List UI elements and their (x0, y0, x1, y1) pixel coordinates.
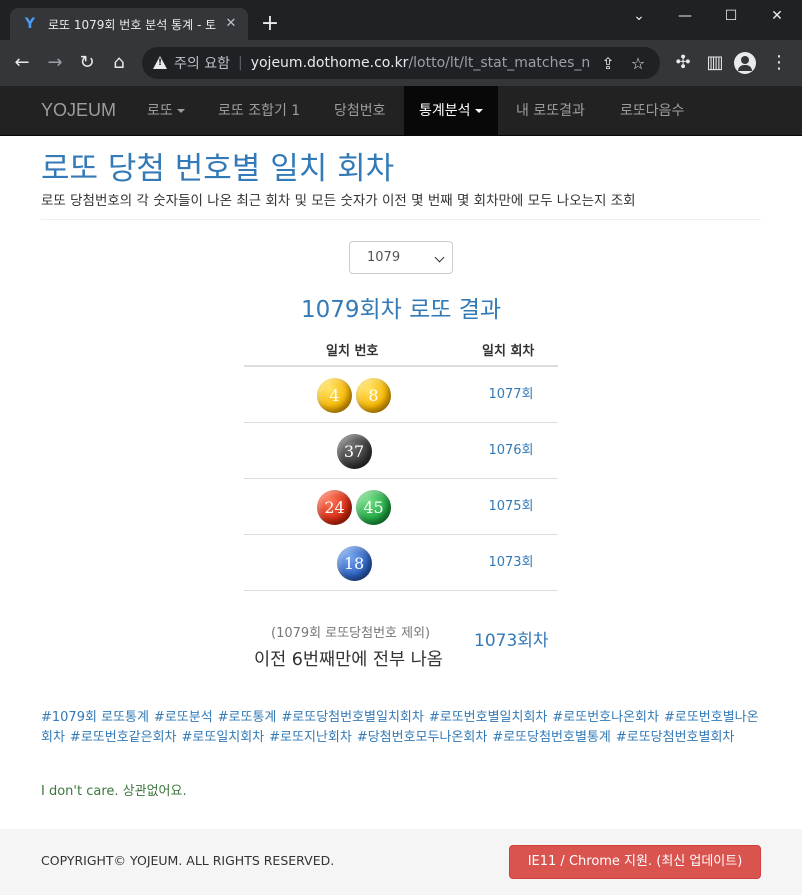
lotto-ball: 24 (317, 489, 352, 525)
tab-title: 로또 1079회 번호 분석 통계 - 토 (48, 17, 217, 32)
nav-combinator-label: 로또 조합기 1 (218, 103, 301, 119)
nav-stats-label: 통계분석 (419, 103, 471, 119)
bookmark-star-icon[interactable]: ☆ (626, 54, 650, 73)
lotto-ball: 4 (317, 377, 352, 413)
lotto-ball: 45 (356, 489, 391, 525)
match-table: 일치 번호 일치 회차 4 8 1077회 37 1076회 24 45 107… (244, 330, 558, 591)
lotto-ball: 37 (336, 433, 372, 469)
security-warning-label: 주의 요함 (174, 56, 230, 72)
tag-list: #1079회 로또통계 #로또분석 #로또통계 #로또당첨번호별일치회차 #로또번호별일… (41, 708, 763, 748)
forward-icon[interactable]: → (43, 51, 67, 75)
minimize-icon[interactable]: — (662, 4, 708, 28)
tag-link[interactable]: #당첨번호모두나온회차 (357, 730, 488, 745)
browser-chrome: Y 로또 1079회 번호 분석 통계 - 토 ✕ + ⌄ — ☐ ✕ ← → … (0, 0, 802, 86)
nav-my-results[interactable]: 내 로또결과 (501, 86, 600, 136)
last-round-link[interactable]: 1073회차 (474, 626, 549, 651)
nav-combinator[interactable]: 로또 조합기 1 (203, 86, 315, 136)
footer: COPYRIGHT© YOJEUM. ALL RIGHTS RESERVED. … (0, 829, 802, 895)
round-select-value: 1079 (367, 250, 401, 265)
nav-lotto-label: 로또 (147, 103, 173, 119)
table-row: 37 1076회 (244, 423, 558, 479)
site-navbar: YOJEUM 로또 로또 조합기 1 당첨번호 통계분석 내 로또결과 로또다음… (0, 86, 802, 136)
address-bar[interactable]: 주의 요함 | yojeum.dothome.co.kr /lotto/lt/l… (142, 47, 660, 79)
url-path: /lotto/lt/lt_stat_matches_num... (408, 55, 590, 71)
lotto-ball: 18 (336, 545, 372, 581)
caret-down-icon (176, 109, 185, 113)
tag-link[interactable]: #로또번호나온회차 (552, 710, 659, 725)
table-row: 18 1073회 (244, 535, 558, 591)
tag-link[interactable]: #로또분석 (154, 710, 213, 725)
menu-kebab-icon[interactable]: ⋮ (767, 51, 791, 75)
table-row: 4 8 1077회 (244, 367, 558, 423)
nav-winning-numbers[interactable]: 당첨번호 (319, 86, 401, 136)
url-host: yojeum.dothome.co.kr (250, 55, 409, 71)
nav-stats[interactable]: 통계분석 (404, 86, 498, 136)
match-balls: 4 8 (244, 367, 464, 423)
browser-support-button[interactable]: IE11 / Chrome 지원. (최신 업데이트) (509, 845, 761, 879)
round-link[interactable]: 1075회 (472, 479, 550, 535)
tag-link[interactable]: #로또지난회차 (269, 730, 352, 745)
header-match-round: 일치 회차 (482, 344, 535, 359)
side-panel-icon[interactable]: ▥ (703, 51, 727, 75)
nav-winning-numbers-label: 당첨번호 (334, 103, 386, 119)
tag-link[interactable]: #로또당첨번호별통계 (492, 730, 611, 745)
match-balls: 18 (244, 535, 464, 591)
reload-icon[interactable]: ↻ (75, 51, 99, 75)
match-balls: 24 45 (244, 479, 464, 535)
tag-link[interactable]: #로또번호별일치회차 (429, 710, 548, 725)
tag-link[interactable]: #로또통계 (218, 710, 277, 725)
divider (41, 219, 761, 220)
browser-toolbar: ← → ↻ ⌂ 주의 요함 | yojeum.dothome.co.kr /lo… (0, 40, 802, 86)
table-header: 일치 번호 일치 회차 (244, 330, 558, 367)
new-tab-icon[interactable]: + (258, 12, 282, 36)
note-text: I don't care. 상관없어요. (41, 784, 187, 799)
chevron-down-icon (434, 252, 445, 263)
home-icon[interactable]: ⌂ (107, 51, 131, 75)
lotto-ball: 8 (356, 377, 391, 413)
site-brand[interactable]: YOJEUM (41, 100, 116, 121)
browser-tab[interactable]: Y 로또 1079회 번호 분석 통계 - 토 ✕ (10, 8, 248, 40)
page-title: 로또 당첨 번호별 일치 회차 (41, 151, 395, 187)
warning-icon[interactable] (152, 55, 168, 71)
profile-avatar-icon[interactable] (734, 52, 756, 74)
table-row: 24 45 1075회 (244, 479, 558, 535)
share-icon[interactable]: ⇪ (596, 54, 620, 73)
result-title: 1079회차 로또 결과 (300, 297, 502, 323)
tag-link[interactable]: #로또번호같은회차 (70, 730, 177, 745)
tab-strip: Y 로또 1079회 번호 분석 통계 - 토 ✕ + ⌄ — ☐ ✕ (0, 0, 802, 40)
copyright-text: COPYRIGHT© YOJEUM. ALL RIGHTS RESERVED. (41, 853, 335, 868)
tag-link[interactable]: #로또당첨번호별일치회차 (281, 710, 423, 725)
tag-link[interactable]: #로또당첨번호별회차 (616, 730, 735, 745)
nav-my-results-label: 내 로또결과 (516, 103, 585, 119)
close-tab-icon[interactable]: ✕ (222, 15, 240, 33)
favicon-icon: Y (24, 16, 36, 32)
extensions-icon[interactable]: ✣ (671, 51, 695, 75)
nav-lotto[interactable]: 로또 (132, 86, 200, 136)
maximize-icon[interactable]: ☐ (708, 4, 754, 28)
appear-summary: 이전 6번째만에 전부 나옴 (254, 650, 443, 670)
caret-down-icon (474, 109, 483, 113)
page-description: 로또 당첨번호의 각 숫자들이 나온 최근 회차 및 모든 숫자가 이전 몇 번… (41, 193, 636, 209)
round-link[interactable]: 1073회 (472, 535, 550, 591)
tag-link[interactable]: #로또일치회차 (182, 730, 265, 745)
match-balls: 37 (244, 423, 464, 479)
nav-next-number[interactable]: 로또다음수 (605, 86, 699, 136)
tab-search-icon[interactable]: ⌄ (616, 4, 662, 28)
nav-next-number-label: 로또다음수 (620, 103, 685, 119)
round-link[interactable]: 1076회 (472, 423, 550, 479)
round-select[interactable]: 1079 (349, 241, 453, 274)
round-link[interactable]: 1077회 (472, 367, 550, 423)
close-window-icon[interactable]: ✕ (754, 4, 800, 28)
back-icon[interactable]: ← (10, 51, 34, 75)
exclusion-note: (1079회 로또당첨번호 제외) (271, 626, 431, 641)
tag-link[interactable]: #1079회 로또통계 (41, 710, 149, 725)
header-match-number: 일치 번호 (326, 344, 379, 359)
url-separator: | (237, 55, 243, 71)
